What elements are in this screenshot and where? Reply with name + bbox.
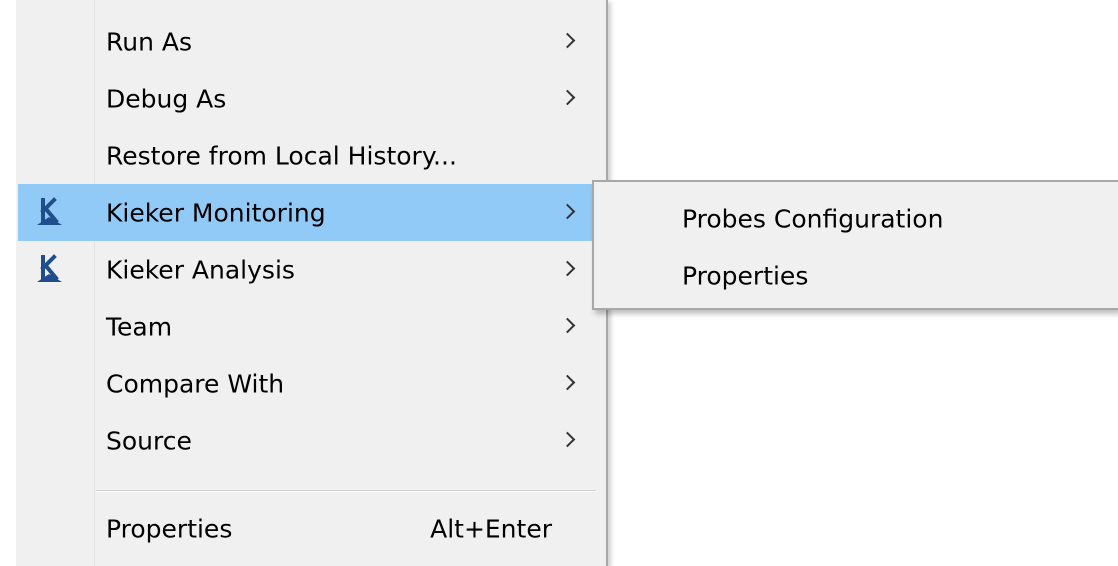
menu-item-label: Team: [106, 312, 173, 341]
menu-item-debug-as[interactable]: Debug As: [18, 70, 604, 127]
menu-item-label: Kieker Monitoring: [106, 198, 326, 227]
submenu-item-properties[interactable]: Properties: [594, 247, 1118, 304]
kieker-icon: [37, 196, 62, 225]
menu-item-kieker-analysis[interactable]: Kieker Analysis: [18, 241, 604, 298]
menu-item-label: Compare With: [106, 369, 285, 398]
menu-item-shortcut: Alt+Enter: [430, 514, 552, 543]
chevron-right-icon: [559, 32, 576, 48]
chevron-right-icon: [559, 203, 576, 219]
menu-item-kieker-monitoring[interactable]: Kieker Monitoring: [18, 184, 604, 241]
menu-item-restore-from-local-history[interactable]: Restore from Local History...: [18, 127, 604, 184]
kieker-monitoring-submenu: Probes Configuration Properties: [592, 180, 1118, 310]
menu-item-source[interactable]: Source: [18, 412, 604, 469]
menu-item-label: Kieker Analysis: [106, 255, 295, 284]
menu-item-team[interactable]: Team: [18, 298, 604, 355]
context-menu: Run As Debug As Restore from Local Histo…: [16, 0, 608, 566]
chevron-right-icon: [559, 317, 576, 333]
kieker-icon: [37, 253, 62, 282]
menu-item-compare-with[interactable]: Compare With: [18, 355, 604, 412]
menu-item-label: Debug As: [106, 84, 227, 113]
submenu-item-label: Properties: [682, 261, 809, 290]
chevron-right-icon: [559, 89, 576, 105]
chevron-right-icon: [559, 260, 576, 276]
menu-item-label: Run As: [106, 27, 193, 56]
chevron-right-icon: [559, 374, 576, 390]
menu-item-properties[interactable]: Properties Alt+Enter: [18, 500, 604, 557]
menu-item-run-as[interactable]: Run As: [18, 13, 604, 70]
menu-item-label: Properties: [106, 514, 233, 543]
menu-separator: [96, 490, 596, 492]
chevron-right-icon: [559, 431, 576, 447]
submenu-item-probes-configuration[interactable]: Probes Configuration: [594, 190, 1118, 247]
submenu-item-label: Probes Configuration: [682, 204, 944, 233]
menu-item-label: Source: [106, 426, 192, 455]
menu-item-label: Restore from Local History...: [106, 141, 457, 170]
